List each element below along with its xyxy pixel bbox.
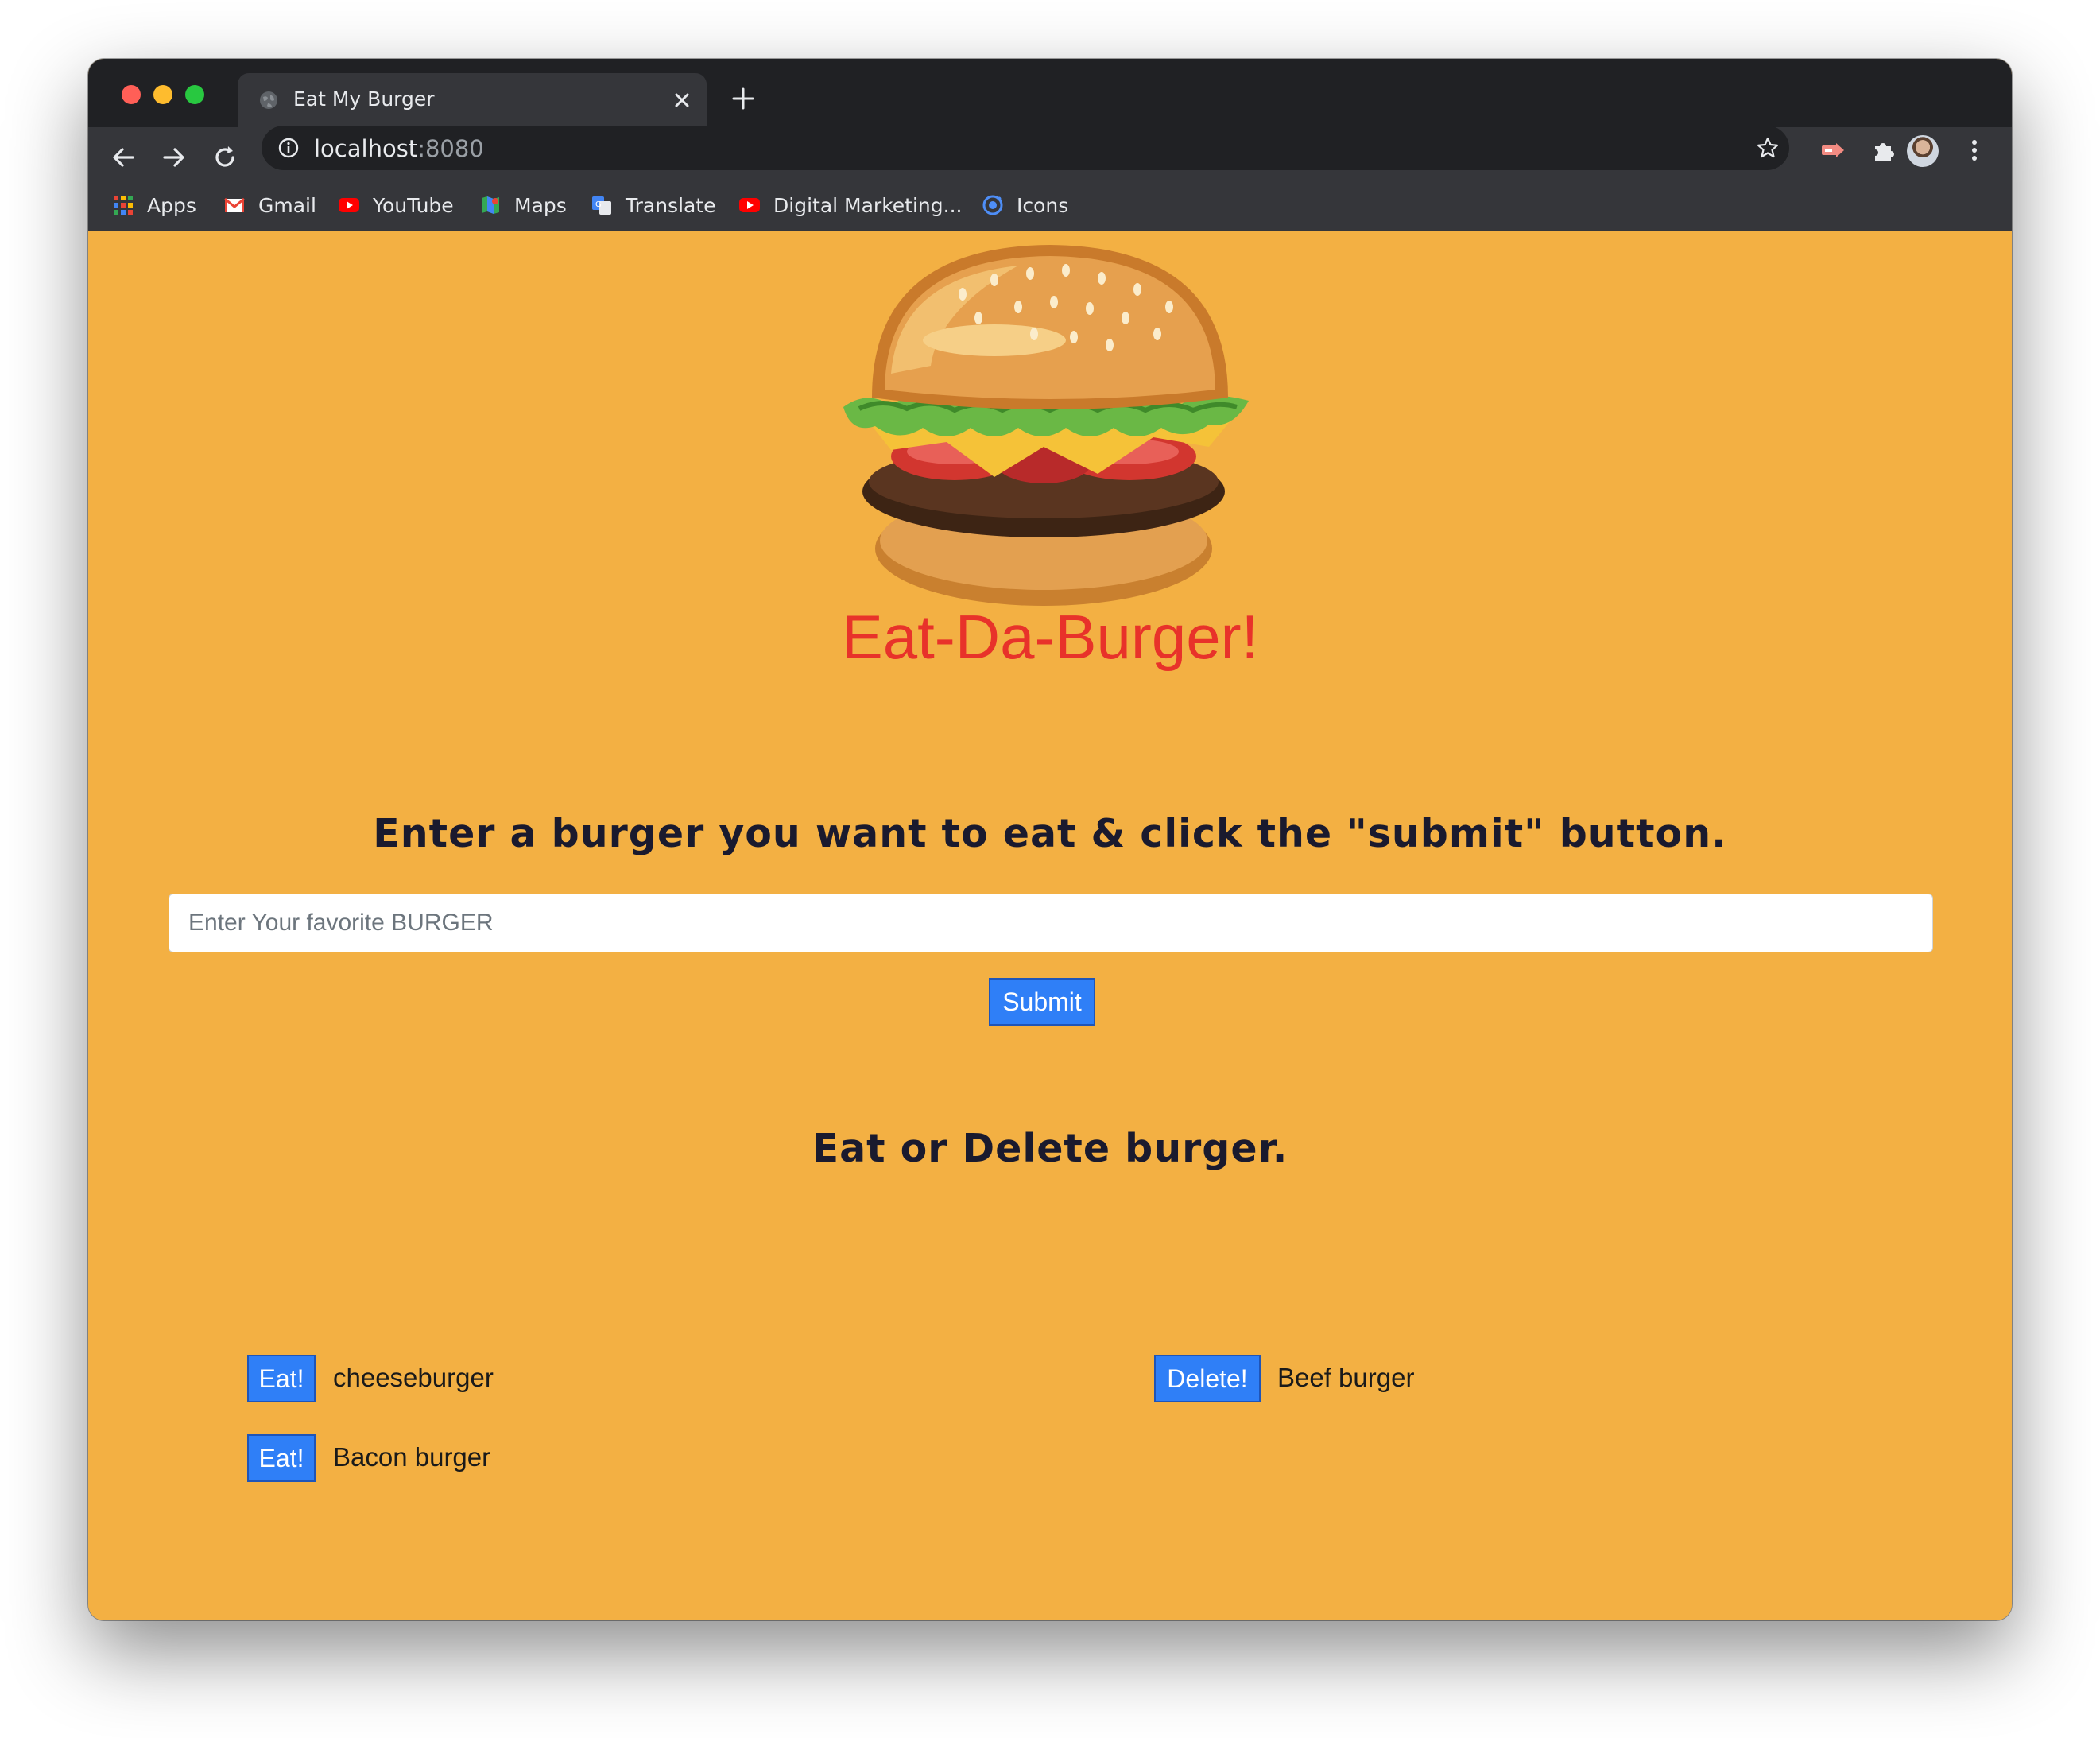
bookmark-label: Translate	[626, 193, 716, 217]
minimize-window-button[interactable]	[153, 85, 172, 104]
bookmark-gmail[interactable]: Gmail	[223, 180, 316, 231]
delete-button[interactable]: Delete!	[1154, 1355, 1261, 1402]
translate-icon: G	[592, 196, 611, 215]
tab-eat-my-burger[interactable]: Eat My Burger	[238, 73, 707, 127]
tab-strip: Eat My Burger	[88, 59, 2012, 127]
bookmarks-bar: Apps Gmail YouTube Maps G Translate Digi…	[88, 180, 2012, 231]
globe-icon	[260, 91, 277, 109]
profile-avatar[interactable]	[1907, 135, 1939, 167]
url-port: :8080	[417, 135, 484, 162]
instruction-heading: Enter a burger you want to eat & click t…	[373, 811, 1727, 856]
svg-text:G: G	[595, 200, 602, 209]
info-icon[interactable]	[277, 137, 300, 159]
burger-name: Beef burger	[1277, 1363, 1415, 1392]
burger-illustration	[843, 245, 1249, 606]
url-text: localhost:8080	[314, 135, 484, 162]
maximize-window-button[interactable]	[185, 85, 204, 104]
youtube-icon	[339, 198, 359, 212]
close-icon[interactable]	[671, 89, 693, 111]
browser-window: Eat My Burger localhost:8080 Apps Gmail …	[88, 59, 2012, 1620]
eat-button[interactable]: Eat!	[247, 1434, 316, 1482]
eat-button[interactable]: Eat!	[247, 1355, 316, 1402]
ionic-icon	[982, 195, 1003, 215]
bookmark-icons[interactable]: Icons	[982, 180, 1068, 231]
burger-name: Bacon burger	[333, 1442, 491, 1472]
bookmark-label: Digital Marketing...	[773, 193, 963, 217]
burger-name-input[interactable]	[169, 894, 1933, 952]
apps-grid-icon	[114, 196, 133, 215]
bookmark-digital-marketing[interactable]: Digital Marketing...	[738, 180, 962, 231]
cast-extension-icon[interactable]	[1819, 137, 1846, 164]
bookmark-apps[interactable]: Apps	[112, 180, 196, 231]
list-heading: Eat or Delete burger.	[812, 1126, 1288, 1171]
burger-name: cheeseburger	[333, 1363, 494, 1392]
url-host: localhost	[314, 135, 418, 162]
back-arrow-icon[interactable]	[109, 143, 138, 172]
more-menu-icon[interactable]	[1961, 137, 1988, 164]
page-title: Eat-Da-Burger!	[841, 602, 1259, 672]
bookmark-maps[interactable]: Maps	[479, 180, 567, 231]
bookmark-label: Apps	[147, 193, 196, 217]
submit-button[interactable]: Submit	[989, 978, 1095, 1026]
new-tab-icon[interactable]	[730, 86, 756, 111]
forward-arrow-icon[interactable]	[160, 143, 188, 172]
maps-icon	[482, 196, 499, 214]
bookmark-star-icon[interactable]	[1756, 136, 1780, 160]
reload-icon[interactable]	[211, 143, 239, 172]
bookmark-label: Maps	[514, 193, 567, 217]
bookmark-label: Gmail	[258, 193, 316, 217]
bookmark-label: YouTube	[373, 193, 454, 217]
extensions-puzzle-icon[interactable]	[1870, 137, 1897, 164]
page-content: Eat-Da-Burger! Enter a burger you want t…	[88, 235, 2012, 1620]
bookmark-label: Icons	[1017, 193, 1069, 217]
close-window-button[interactable]	[122, 85, 141, 104]
youtube-icon	[739, 198, 760, 212]
bookmark-translate[interactable]: G Translate	[591, 180, 716, 231]
tab-title: Eat My Burger	[293, 87, 435, 111]
address-bar[interactable]: localhost:8080	[262, 126, 1789, 170]
gmail-icon	[224, 197, 245, 212]
bookmark-youtube[interactable]: YouTube	[338, 180, 454, 231]
